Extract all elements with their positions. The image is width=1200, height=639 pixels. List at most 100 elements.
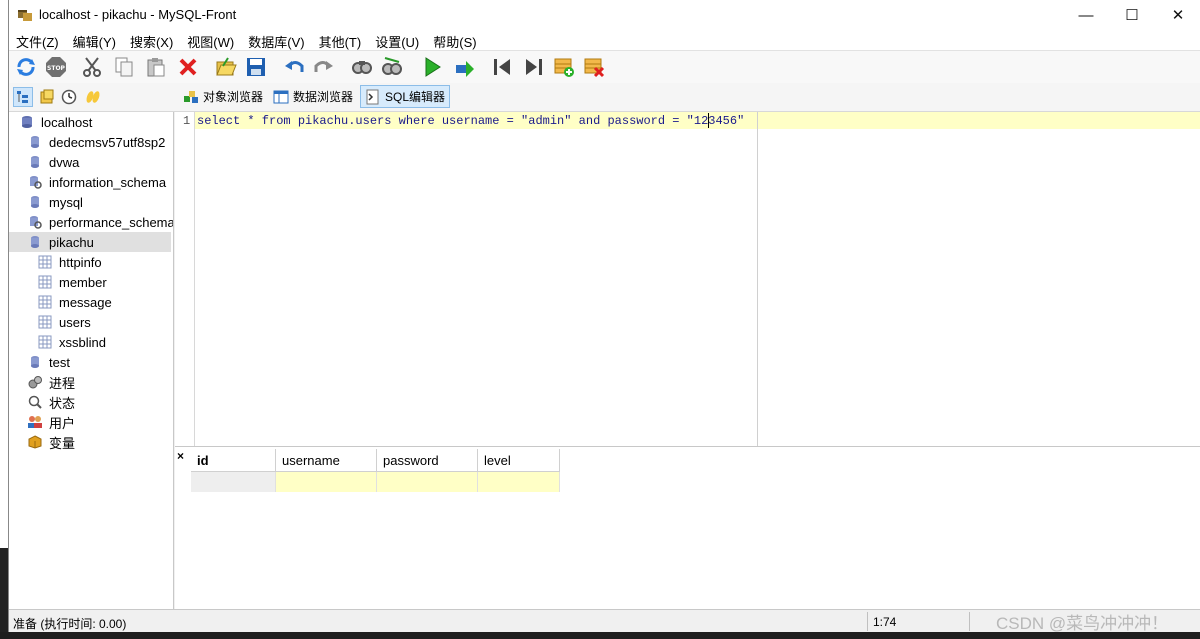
- menu-edit[interactable]: 编辑(Y): [66, 30, 123, 50]
- insert-record-icon[interactable]: [551, 54, 577, 80]
- delete-record-icon[interactable]: [581, 54, 607, 80]
- column-header-id[interactable]: id: [191, 449, 276, 472]
- favorites-icon[interactable]: [37, 87, 57, 107]
- tree-table-httpinfo[interactable]: httpinfo: [37, 252, 102, 272]
- tree-table-xssblind[interactable]: xssblind: [37, 332, 106, 352]
- tree-db-label: information_schema: [49, 174, 167, 190]
- watermark: CSDN @菜鸟冲冲冲！: [996, 614, 1169, 633]
- tree-db-test[interactable]: test: [27, 352, 70, 372]
- run-icon[interactable]: [419, 54, 445, 80]
- minimize-button[interactable]: —: [1063, 0, 1109, 30]
- status-text: 准备 (执行时间: 0.00): [13, 617, 127, 631]
- status-separator: [969, 612, 970, 631]
- table-icon: [37, 294, 53, 310]
- last-icon[interactable]: [521, 54, 547, 80]
- stop-icon[interactable]: STOP: [43, 54, 69, 80]
- menu-help[interactable]: 帮助(S): [426, 30, 483, 50]
- tree-db-dvwa[interactable]: dvwa: [27, 152, 79, 172]
- title-bar: localhost - pikachu - MySQL-Front — ☐ ✕: [9, 0, 1200, 30]
- maximize-button[interactable]: ☐: [1109, 0, 1155, 30]
- sql-editor[interactable]: 1 select * from pikachu.users where user…: [175, 112, 1200, 447]
- cut-icon[interactable]: [79, 54, 105, 80]
- sql-code[interactable]: select * from pikachu.users where userna…: [197, 114, 744, 128]
- copy-icon[interactable]: [111, 54, 137, 80]
- tab-data-browser[interactable]: 数据浏览器: [269, 85, 357, 108]
- empty-row-cell[interactable]: [191, 472, 276, 492]
- menu-search[interactable]: 搜索(X): [123, 30, 180, 50]
- main-toolbar: STOP: [9, 50, 1200, 84]
- system-database-icon: [27, 174, 43, 190]
- tree-users[interactable]: 用户: [27, 412, 75, 432]
- empty-row-cell[interactable]: [276, 472, 377, 492]
- tree-table-member[interactable]: member: [37, 272, 107, 292]
- save-icon[interactable]: [243, 54, 269, 80]
- tree-tool-label: 变量: [49, 435, 76, 451]
- tree-db-label: mysql: [49, 194, 83, 210]
- table-icon: [37, 274, 53, 290]
- column-header-username[interactable]: username: [276, 449, 377, 472]
- menu-file[interactable]: 文件(Z): [9, 30, 66, 50]
- tree-db-mysql[interactable]: mysql: [27, 192, 83, 212]
- open-icon[interactable]: [213, 54, 239, 80]
- tab-data-browser-label: 数据浏览器: [293, 90, 354, 104]
- tree-table-users[interactable]: users: [37, 312, 91, 332]
- tree-db-dedecmsv57utf8sp2[interactable]: dedecmsv57utf8sp2: [27, 132, 165, 152]
- replace-icon[interactable]: [379, 54, 405, 80]
- close-icon: ✕: [1171, 7, 1185, 24]
- window-title: localhost - pikachu - MySQL-Front: [39, 7, 237, 22]
- status-separator: [867, 612, 868, 631]
- results-panel: × id username password level: [175, 447, 1200, 609]
- empty-row-cell[interactable]: [478, 472, 560, 492]
- close-button[interactable]: ✕: [1155, 0, 1200, 30]
- tree-root-label: localhost: [41, 114, 93, 130]
- database-icon: [27, 134, 43, 150]
- desktop-edge: [0, 632, 1200, 639]
- maximize-icon: ☐: [1125, 7, 1139, 24]
- tree-db-label: dvwa: [49, 154, 80, 170]
- results-grid[interactable]: id username password level: [191, 449, 1200, 609]
- paste-icon[interactable]: [143, 54, 169, 80]
- quick-search-icon[interactable]: [83, 87, 103, 107]
- tab-object-browser[interactable]: 对象浏览器: [179, 85, 267, 108]
- text-caret: [708, 113, 709, 128]
- find-icon[interactable]: [349, 54, 375, 80]
- tree-variables[interactable]: 变量: [27, 432, 75, 452]
- cursor-position: 1:74: [873, 615, 897, 629]
- menu-view[interactable]: 视图(W): [180, 30, 241, 50]
- refresh-icon[interactable]: [13, 54, 39, 80]
- empty-row-cell[interactable]: [377, 472, 478, 492]
- tree-tool-label: 进程: [49, 375, 76, 391]
- tree-table-message[interactable]: message: [37, 292, 112, 312]
- tree-db-information-schema[interactable]: information_schema: [27, 172, 166, 192]
- tree-view-icon[interactable]: [13, 87, 33, 107]
- tab-sql-editor-label: SQL编辑器: [385, 90, 446, 104]
- tree-table-label: users: [59, 314, 91, 330]
- tree-root-localhost[interactable]: localhost: [19, 112, 92, 132]
- menu-settings[interactable]: 设置(U): [368, 30, 426, 50]
- database-icon: [27, 154, 43, 170]
- delete-icon[interactable]: [175, 54, 201, 80]
- close-results-icon[interactable]: ×: [177, 449, 184, 463]
- run-selection-icon[interactable]: [451, 54, 477, 80]
- first-icon[interactable]: [489, 54, 515, 80]
- view-toolbar: 对象浏览器 数据浏览器 SQL编辑器: [9, 83, 1200, 112]
- column-header-level[interactable]: level: [478, 449, 560, 472]
- tree-db-performance-schema[interactable]: performance_schema: [27, 212, 173, 232]
- sql-editor-icon: [365, 89, 381, 105]
- line-number: 1: [183, 114, 191, 128]
- tree-processes[interactable]: 进程: [27, 372, 75, 392]
- tree-tool-label: 用户: [49, 415, 76, 431]
- database-icon: [27, 194, 43, 210]
- right-margin-line: [757, 112, 758, 446]
- tree-status[interactable]: 状态: [27, 392, 75, 412]
- menu-other[interactable]: 其他(T): [312, 30, 369, 50]
- table-icon: [37, 254, 53, 270]
- redo-icon[interactable]: [311, 54, 337, 80]
- column-header-password[interactable]: password: [377, 449, 478, 472]
- tab-sql-editor[interactable]: SQL编辑器: [360, 85, 451, 108]
- history-icon[interactable]: [59, 87, 79, 107]
- tree-db-pikachu[interactable]: pikachu: [9, 232, 171, 252]
- menu-database[interactable]: 数据库(V): [241, 30, 311, 50]
- users-icon: [27, 414, 43, 430]
- undo-icon[interactable]: [281, 54, 307, 80]
